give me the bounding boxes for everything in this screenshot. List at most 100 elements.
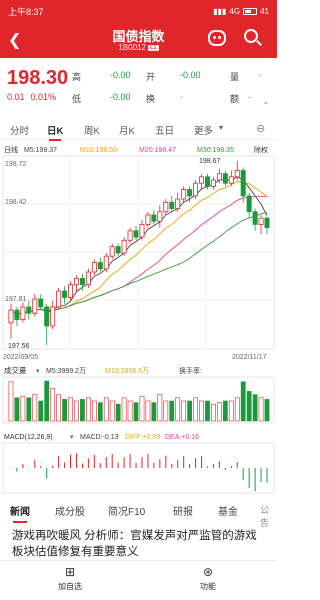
macd-bar bbox=[64, 462, 66, 468]
chevron-down-icon[interactable]: ⌄ bbox=[262, 96, 270, 107]
volume-bar bbox=[62, 399, 67, 422]
y-axis-high: 198.72 bbox=[5, 161, 27, 168]
candle-body bbox=[127, 230, 133, 241]
macd-bar bbox=[189, 464, 191, 468]
macd-bar bbox=[242, 468, 244, 480]
macd-bar bbox=[34, 459, 36, 468]
tab-daily-k[interactable]: 日K bbox=[47, 123, 63, 141]
candle-body bbox=[14, 309, 20, 321]
level-tag: L1 bbox=[147, 44, 159, 51]
volume-bar bbox=[246, 391, 252, 422]
volume-bars bbox=[8, 380, 270, 422]
macd-bar bbox=[58, 455, 60, 468]
robot-assistant-icon[interactable] bbox=[208, 30, 226, 46]
candle-body bbox=[38, 298, 44, 308]
moving-average-lines bbox=[10, 176, 268, 316]
news-headline[interactable]: 游戏再吹暖风 分析师：官媒发声对严监管的游戏板块估值修复有重要意义 bbox=[12, 528, 268, 560]
ma10-line bbox=[10, 181, 268, 316]
volume-bar bbox=[109, 400, 115, 422]
ma20-line bbox=[10, 195, 268, 316]
tab-five-day[interactable]: 五日 bbox=[155, 123, 174, 137]
candle-body bbox=[163, 201, 169, 213]
tab-monthly-k[interactable]: 月K bbox=[119, 123, 135, 137]
tab-fund[interactable]: 基金 bbox=[218, 503, 238, 518]
start-date: 2022/09/05 bbox=[3, 354, 38, 361]
candle-body bbox=[240, 170, 246, 197]
volume-bar bbox=[175, 397, 181, 422]
settings-icon[interactable]: ⊖ bbox=[256, 122, 265, 135]
volume-bar bbox=[91, 400, 97, 422]
tab-news[interactable]: 新闻 bbox=[10, 503, 30, 523]
more-caret-icon[interactable]: ▾ bbox=[219, 123, 223, 132]
end-date: 2022/11/17 bbox=[232, 354, 267, 361]
tab-minute[interactable]: 分时 bbox=[10, 123, 29, 137]
search-icon[interactable] bbox=[244, 29, 258, 43]
candle-body bbox=[79, 277, 85, 286]
volume-bar bbox=[187, 400, 192, 422]
candle-body bbox=[169, 201, 175, 209]
macd-title[interactable]: MACD(12,26,9) bbox=[4, 434, 53, 441]
tab-weekly-k[interactable]: 周K bbox=[84, 123, 100, 137]
amount-value: - bbox=[248, 92, 251, 102]
volume-title[interactable]: 成交量 bbox=[4, 365, 27, 375]
macd-bar bbox=[230, 466, 232, 468]
volume-bar bbox=[8, 381, 14, 422]
signal-icon: ▮▮▮ bbox=[213, 6, 227, 16]
period-tabs: 分时 日K 周K 月K 五日 更多 ▾ bbox=[0, 120, 277, 141]
macd-bar bbox=[105, 457, 107, 468]
volume-bar bbox=[32, 394, 38, 422]
tab-components[interactable]: 成分股 bbox=[55, 503, 85, 518]
low-value: -0.00 bbox=[110, 92, 131, 102]
max-price-label: 198.67 bbox=[199, 158, 221, 165]
volume-bar bbox=[199, 400, 204, 422]
candle-body bbox=[199, 176, 205, 184]
candle-body bbox=[44, 306, 50, 327]
tab-research[interactable]: 研报 bbox=[173, 503, 193, 518]
exright-label[interactable]: 除权 bbox=[254, 145, 268, 154]
high-label: 高 bbox=[72, 72, 82, 82]
change-percent: 0.01% bbox=[30, 92, 57, 102]
candle-body bbox=[8, 309, 14, 324]
macd-bar bbox=[171, 464, 173, 468]
macd-caret-icon[interactable]: ▾ bbox=[70, 434, 74, 441]
volume-bar bbox=[86, 397, 91, 422]
battery-icon bbox=[243, 7, 258, 15]
kline-chart[interactable]: 日线 M5:198.37 M10:198.50 M20:198.47 M30:1… bbox=[0, 141, 277, 496]
volume-bar bbox=[139, 395, 145, 422]
candle-body bbox=[193, 182, 199, 197]
macd-bar bbox=[201, 456, 203, 468]
macd-bar bbox=[28, 468, 30, 469]
macd-bar bbox=[16, 468, 18, 472]
candle-body bbox=[151, 214, 157, 222]
volume-caret-icon[interactable]: ▾ bbox=[36, 368, 40, 375]
candle-body bbox=[50, 306, 56, 327]
macd-bar bbox=[40, 466, 42, 468]
volume-bar bbox=[258, 397, 264, 422]
volume-bar bbox=[68, 397, 73, 422]
macd-bar bbox=[254, 468, 256, 492]
add-watchlist-button[interactable]: ⊞ 加自选 bbox=[40, 565, 100, 592]
tab-more[interactable]: 更多 bbox=[194, 123, 213, 137]
tab-announcement[interactable]: 公告 bbox=[260, 503, 277, 529]
candle-body bbox=[85, 271, 91, 286]
candle-body bbox=[32, 298, 38, 314]
macd-bar bbox=[111, 454, 113, 468]
low-label: 低 bbox=[72, 94, 82, 104]
candle-body bbox=[26, 306, 32, 314]
macd-bar bbox=[147, 454, 149, 468]
macd-bar bbox=[117, 462, 119, 468]
candle-body bbox=[157, 211, 163, 222]
volume-bar bbox=[26, 397, 32, 422]
volume-label: 量 bbox=[230, 72, 240, 82]
tab-f10[interactable]: 简况F10 bbox=[108, 503, 145, 518]
macd-bar bbox=[236, 462, 238, 468]
candle-body bbox=[103, 255, 109, 270]
macd-bar bbox=[153, 462, 155, 468]
macd-bar bbox=[81, 463, 83, 468]
adjust-label: 日线 bbox=[4, 145, 18, 154]
function-button[interactable]: ⊛ 功能 bbox=[178, 565, 238, 592]
macd-bar bbox=[165, 455, 167, 468]
battery-level: 41 bbox=[260, 6, 269, 16]
open-value: -0.00 bbox=[180, 70, 201, 80]
volume-value: - bbox=[258, 70, 261, 80]
